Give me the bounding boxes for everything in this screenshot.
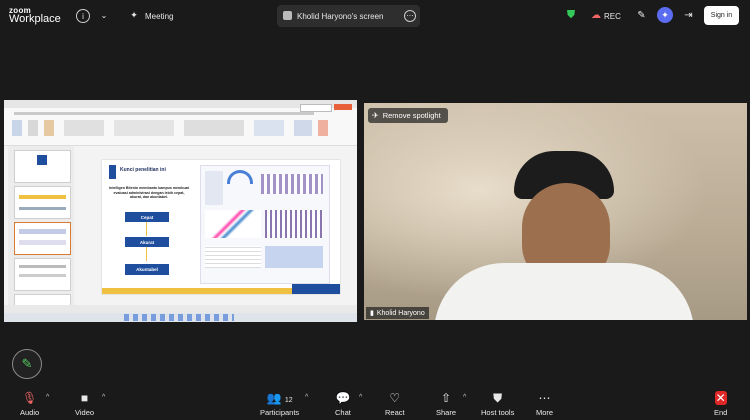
step-akurat: Akurat: [125, 237, 169, 247]
info-icon[interactable]: i: [76, 9, 90, 23]
remove-spotlight-label: Remove spotlight: [382, 111, 441, 120]
more-label: More: [536, 408, 554, 417]
annotate-pen-button[interactable]: ✎: [12, 349, 42, 379]
meeting-icon: ✦: [130, 9, 138, 20]
brand-bottom: Workplace: [9, 13, 61, 25]
participant-name: Kholid Haryono: [376, 309, 425, 317]
react-button[interactable]: ♡ React: [385, 391, 405, 417]
participants-options-caret[interactable]: ^: [305, 394, 308, 401]
windows-taskbar: [4, 313, 357, 322]
shared-screen[interactable]: Kunci penelitian ini Intelligen Bitenio …: [4, 100, 357, 322]
slide-thumb-3[interactable]: [14, 222, 71, 255]
participant-name-tag: ▮ Kholid Haryono: [366, 307, 429, 319]
person-shirt: [434, 263, 694, 320]
slide-thumb-2[interactable]: [14, 186, 71, 219]
participant-video[interactable]: [364, 103, 747, 320]
step-arrow-2: [146, 247, 147, 261]
participants-icon: 👥 12: [266, 391, 293, 405]
remove-spotlight-button[interactable]: ✈ Remove spotlight: [368, 108, 448, 123]
chevron-down-icon[interactable]: ⌄: [99, 9, 109, 21]
pin-icon: ✈: [372, 111, 379, 120]
chat-icon: 💬: [335, 391, 351, 405]
share-label: Share: [436, 408, 457, 417]
heart-icon: ♡: [389, 391, 401, 405]
bottom-toolbar: [0, 388, 750, 420]
audio-button[interactable]: 🎙 Audio: [20, 391, 39, 417]
shield-icon[interactable]: ⛊: [566, 9, 576, 21]
slide-footer-blue: [292, 284, 340, 294]
pen-tools-icon[interactable]: ✎: [636, 10, 647, 21]
camera-icon: ■: [80, 391, 89, 405]
host-tools-label: Host tools: [481, 408, 515, 417]
participants-label: Participants: [260, 408, 300, 417]
audio-label: Audio: [20, 408, 40, 417]
step-arrow-1: [146, 222, 147, 236]
screen-title: Kholid Haryono's screen: [297, 12, 384, 21]
step-akuntabel: Akuntabel: [125, 264, 169, 275]
ai-companion-icon[interactable]: ✦: [657, 7, 673, 23]
share-button[interactable]: ⇧ Share: [436, 391, 456, 417]
share-options-caret[interactable]: ^: [463, 394, 466, 401]
signal-icon: ▮: [370, 310, 374, 317]
react-label: React: [385, 408, 405, 417]
slide-title: Kunci penelitian ini: [120, 167, 166, 173]
video-options-caret[interactable]: ^: [102, 394, 105, 401]
audio-options-caret[interactable]: ^: [46, 394, 49, 401]
meeting-label[interactable]: Meeting: [145, 12, 173, 21]
slide-dashboard-image: [200, 165, 330, 284]
slide-thumb-4[interactable]: [14, 258, 71, 291]
rec-label[interactable]: REC: [604, 12, 621, 21]
cloud-record-icon[interactable]: ☁: [590, 10, 602, 21]
participants-button[interactable]: 👥 12 Participants: [260, 391, 299, 417]
chat-label: Chat: [335, 408, 351, 417]
screen-avatar-icon: [283, 11, 292, 20]
slide-thumb-1[interactable]: [14, 150, 71, 183]
end-label: End: [714, 408, 728, 417]
video-label: Video: [75, 408, 95, 417]
sign-in-button[interactable]: Sign in: [704, 6, 739, 25]
more-button[interactable]: ⋯ More: [536, 391, 553, 417]
ppt-ribbon: [4, 100, 357, 146]
host-shield-icon: ⛊: [493, 391, 503, 405]
exit-icon[interactable]: ⇥: [683, 10, 694, 21]
slide-logo: [109, 165, 116, 179]
end-button[interactable]: ✕ End: [714, 391, 727, 417]
app-logo: zoom Workplace: [9, 6, 61, 25]
video-button[interactable]: ■ Video: [75, 391, 94, 417]
share-screen-icon: ⇧: [440, 391, 452, 405]
mic-muted-icon: 🎙: [21, 391, 38, 405]
participants-count: 12: [284, 397, 293, 404]
slide-thumbnails: [8, 146, 74, 314]
pen-icon: ✎: [21, 356, 33, 371]
more-options-icon[interactable]: ⋯: [404, 10, 416, 22]
end-x-icon: ✕: [714, 391, 727, 405]
chat-options-caret[interactable]: ^: [359, 394, 362, 401]
step-cepat: Cepat: [125, 212, 169, 222]
host-tools-button[interactable]: ⛊ Host tools: [481, 391, 514, 417]
slide-desc: Intelligen Bitenio membantu kampus membu…: [109, 186, 189, 199]
chat-button[interactable]: 💬 Chat: [335, 391, 351, 417]
current-slide: Kunci penelitian ini Intelligen Bitenio …: [102, 160, 340, 294]
more-dots-icon: ⋯: [538, 391, 551, 405]
